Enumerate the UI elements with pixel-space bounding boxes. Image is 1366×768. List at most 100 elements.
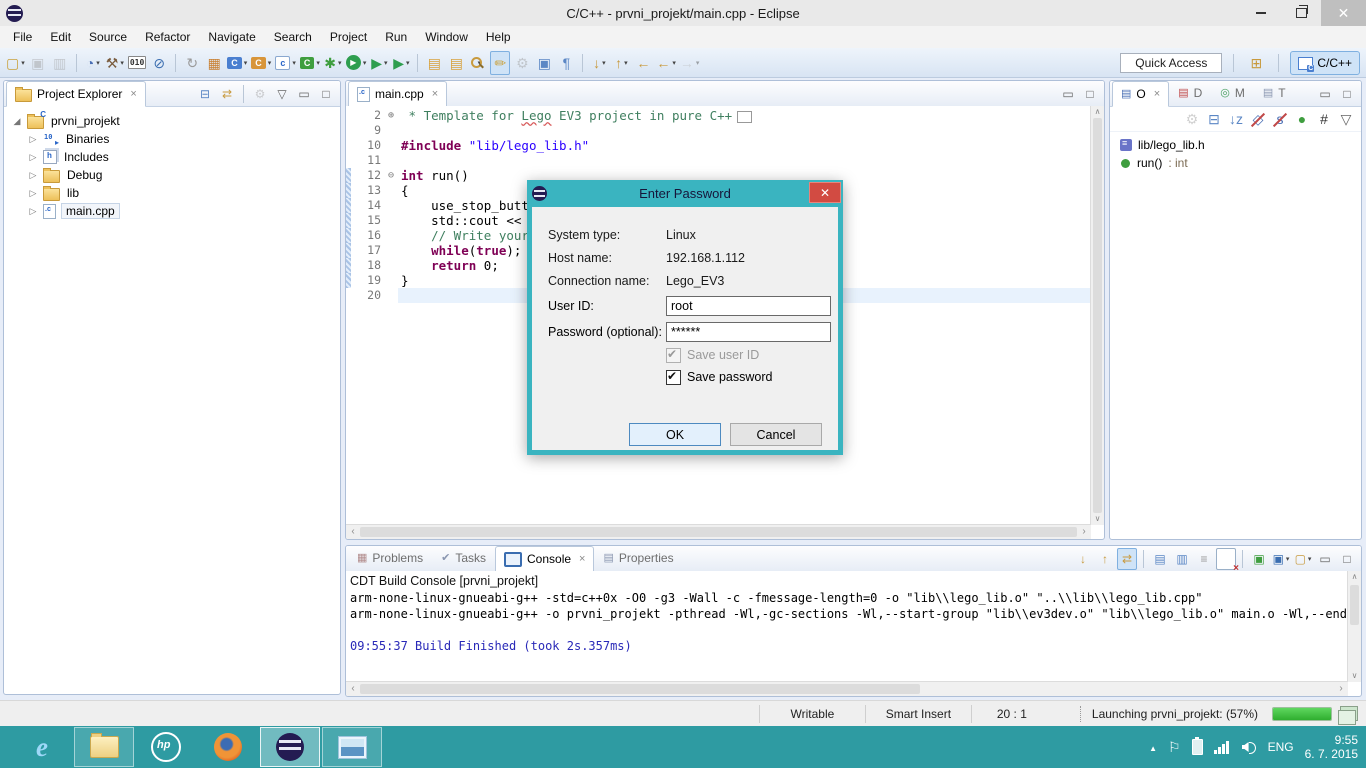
action-center-icon[interactable]	[1168, 739, 1181, 756]
outline-item-method[interactable]: run() : int	[1110, 154, 1361, 172]
minimize-window-button[interactable]	[1241, 0, 1281, 26]
link-with-editor-icon[interactable]: ⇄	[217, 83, 237, 105]
tab-console[interactable]: Console×	[495, 546, 594, 572]
menu-navigate[interactable]: Navigate	[199, 27, 264, 47]
volume-icon[interactable]	[1242, 741, 1257, 753]
restart-icon[interactable]: ↻	[182, 51, 202, 75]
minimize-view-icon[interactable]: ▭	[1315, 548, 1335, 570]
external-tools-icon[interactable]: ▶▾	[391, 51, 411, 75]
background-operations-icon[interactable]	[1340, 706, 1358, 721]
expand-arrow-icon[interactable]: ▷	[28, 134, 38, 145]
cpp-perspective-button[interactable]: C/C++	[1290, 51, 1360, 75]
battery-icon[interactable]	[1192, 739, 1203, 755]
new-c-project-icon[interactable]: C▾	[250, 51, 272, 75]
hide-non-public-members-icon[interactable]: ●	[1292, 107, 1312, 131]
fold-toggle-icon[interactable]: ⊖	[384, 168, 398, 183]
skip-all-breakpoints-icon[interactable]: ⊘	[149, 51, 169, 75]
menu-source[interactable]: Source	[80, 27, 136, 47]
hide-static-members-icon[interactable]: s	[1270, 107, 1290, 131]
fold-toggle-icon[interactable]: ⊕	[384, 108, 398, 123]
menu-help[interactable]: Help	[477, 27, 520, 47]
tab-main-cpp[interactable]: main.cpp×	[348, 81, 447, 107]
search-icon[interactable]: ▾	[468, 54, 488, 72]
tab-tasks[interactable]: ✔Tasks	[432, 545, 495, 571]
outline-item-include[interactable]: lib/lego_lib.h	[1110, 136, 1361, 154]
tab-properties[interactable]: ▤Properties	[594, 545, 682, 571]
maximize-view-icon[interactable]: □	[1337, 548, 1357, 570]
clock[interactable]: 9:55 6. 7. 2015	[1305, 733, 1358, 761]
show-hidden-icons-icon[interactable]	[1149, 740, 1157, 754]
taskbar-internet-explorer-button[interactable]	[12, 727, 72, 767]
cancel-button[interactable]: Cancel	[730, 423, 822, 446]
sort-alphabetically-icon[interactable]: ↓z	[1226, 107, 1246, 131]
tree-item-prvni-projekt[interactable]: ◢prvni_projekt	[6, 112, 338, 130]
restore-window-button[interactable]	[1281, 0, 1321, 26]
expand-arrow-icon[interactable]: ▷	[28, 170, 38, 181]
maximize-view-icon[interactable]: □	[316, 83, 336, 105]
tree-item-main-cpp[interactable]: ▷main.cpp	[6, 202, 338, 220]
expand-arrow-icon[interactable]: ▷	[28, 206, 38, 217]
menu-edit[interactable]: Edit	[41, 27, 80, 47]
word-wrap-icon[interactable]: ≡	[1194, 548, 1214, 570]
profile-icon[interactable]: ◔▾	[83, 51, 103, 75]
save-password-checkbox[interactable]	[666, 370, 681, 385]
show-whitespace-icon[interactable]: ¶	[556, 51, 576, 75]
new-icon[interactable]: ▢▾	[5, 51, 26, 75]
new-class-icon[interactable]: C▾	[299, 51, 321, 75]
tab-t[interactable]: ▤T	[1254, 80, 1295, 106]
password-input[interactable]	[666, 322, 831, 342]
console-output[interactable]: CDT Build Console [prvni_projekt] arm-no…	[346, 571, 1348, 682]
build-icon[interactable]: ⚒▾	[105, 51, 125, 75]
close-window-button[interactable]: ✕	[1321, 0, 1366, 26]
console-horizontal-scrollbar[interactable]: ‹›	[346, 681, 1348, 696]
display-selected-console-icon[interactable]: ▣▾	[1271, 548, 1291, 570]
taskbar-eclipse-button[interactable]	[260, 727, 320, 767]
user-id-input[interactable]	[666, 296, 831, 316]
close-tab-icon[interactable]: ×	[130, 88, 136, 100]
view-menu-icon[interactable]: ▽	[272, 83, 292, 105]
menu-file[interactable]: File	[4, 27, 41, 47]
taskbar-firefox-button[interactable]	[198, 727, 258, 767]
taskbar-file-explorer-button[interactable]	[74, 727, 134, 767]
previous-annotation-icon[interactable]: ↑▾	[611, 51, 631, 75]
tab-project-explorer[interactable]: Project Explorer×	[6, 81, 146, 107]
open-perspective-icon[interactable]: ⊞	[1246, 51, 1266, 75]
next-error-icon[interactable]: ↓	[1073, 548, 1093, 570]
tab-m[interactable]: ◎M	[1211, 80, 1254, 106]
open-folder-icon[interactable]: ▤	[446, 51, 466, 75]
expand-arrow-icon[interactable]: ▷	[28, 188, 38, 199]
new-c-source-file-icon[interactable]: C▾	[226, 51, 248, 75]
tree-item-debug[interactable]: ▷Debug	[6, 166, 338, 184]
tab-d[interactable]: ▤D	[1169, 80, 1211, 106]
pin-console-icon[interactable]: ▣	[1249, 548, 1269, 570]
collapse-arrow-icon[interactable]: ◢	[12, 116, 22, 127]
minimize-view-icon[interactable]: ▭	[1058, 83, 1078, 105]
run-history-icon[interactable]: ▶▾	[369, 51, 389, 75]
view-menu-icon[interactable]: ▽	[1336, 107, 1356, 131]
minimize-view-icon[interactable]: ▭	[294, 83, 314, 105]
debug-icon[interactable]: ✱▾	[323, 51, 343, 75]
hide-inactive-code-icon[interactable]: #	[1314, 107, 1334, 131]
tab-problems[interactable]: ▦Problems	[348, 545, 432, 571]
menu-project[interactable]: Project	[321, 27, 376, 47]
taskbar-photo-viewer-button[interactable]	[322, 727, 382, 767]
ok-button[interactable]: OK	[629, 423, 721, 446]
toggle-mark-occurrences-icon[interactable]: ✏	[490, 51, 510, 75]
taskbar-hp-button[interactable]	[136, 727, 196, 767]
clear-console-icon[interactable]	[1216, 548, 1236, 570]
tab-o[interactable]: ▤O×	[1112, 81, 1169, 107]
minimize-view-icon[interactable]: ▭	[1315, 83, 1335, 105]
tree-item-binaries[interactable]: ▷Binaries	[6, 130, 338, 148]
maximize-view-icon[interactable]: □	[1080, 83, 1100, 105]
menu-search[interactable]: Search	[265, 27, 321, 47]
last-edit-location-icon[interactable]: ←	[633, 51, 653, 75]
collapse-all-icon[interactable]: ⊟	[1204, 107, 1224, 131]
next-annotation-icon[interactable]: ↓▾	[589, 51, 609, 75]
menu-refactor[interactable]: Refactor	[136, 27, 199, 47]
open-project-icon[interactable]: ▤	[424, 51, 444, 75]
console-vertical-scrollbar[interactable]: ∧∨	[1347, 571, 1361, 682]
show-error-in-editor-icon[interactable]: ⇄	[1117, 548, 1137, 570]
menu-run[interactable]: Run	[376, 27, 416, 47]
quick-access-button[interactable]: Quick Access	[1120, 53, 1222, 73]
collapse-all-icon[interactable]: ⊟	[195, 83, 215, 105]
